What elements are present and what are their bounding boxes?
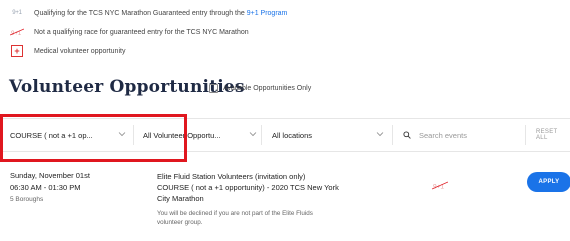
location-filter-dropdown[interactable]: All locations <box>272 119 390 151</box>
search-input[interactable]: Search events <box>419 131 467 140</box>
course-filter-highlight <box>0 114 187 162</box>
location-filter-value: All locations <box>272 130 313 140</box>
available-only-checkbox[interactable] <box>209 84 218 93</box>
legend-not-qualifying: 9+1 Not a qualifying race for guaranteed… <box>10 25 249 39</box>
available-only-label: Available Opportunities Only <box>223 85 312 92</box>
chevron-down-icon <box>376 132 384 137</box>
filter-divider <box>525 125 526 145</box>
event-location: 5 Boroughs <box>10 196 44 203</box>
legend-guaranteed-entry: 9+1 Qualifying for the TCS NYC Marathon … <box>10 6 287 20</box>
filter-divider <box>261 125 262 145</box>
legend-not-qualifying-text: Not a qualifying race for guaranteed ent… <box>34 28 249 36</box>
event-time: 06:30 AM - 01:30 PM <box>10 183 81 192</box>
nine-plus-one-program-link[interactable]: 9+1 Program <box>247 10 288 17</box>
search-field[interactable]: Search events <box>403 119 523 151</box>
apply-button[interactable]: APPLY <box>527 172 570 192</box>
event-title[interactable]: Elite Fluid Station Volunteers (invitati… <box>157 171 382 204</box>
legend-medical: + Medical volunteer opportunity <box>10 44 125 58</box>
event-note: You will be declined if you are not part… <box>157 210 313 226</box>
not-qualifying-icon: 9+1 <box>431 177 449 195</box>
legend-guaranteed-text: Qualifying for the TCS NYC Marathon Guar… <box>34 9 245 17</box>
medical-cross-icon: + <box>11 45 23 57</box>
available-only-toggle[interactable]: Available Opportunities Only <box>209 84 311 93</box>
filter-divider <box>392 125 393 145</box>
search-icon <box>403 131 411 139</box>
not-qualifying-icon: 9+1 <box>10 26 24 38</box>
chevron-down-icon <box>249 132 257 137</box>
reset-all-button[interactable]: RESET ALL <box>536 119 570 151</box>
legend-medical-text: Medical volunteer opportunity <box>34 47 126 55</box>
nine-plus-one-icon: 9+1 <box>12 10 22 16</box>
event-date: Sunday, November 01st <box>10 171 90 180</box>
